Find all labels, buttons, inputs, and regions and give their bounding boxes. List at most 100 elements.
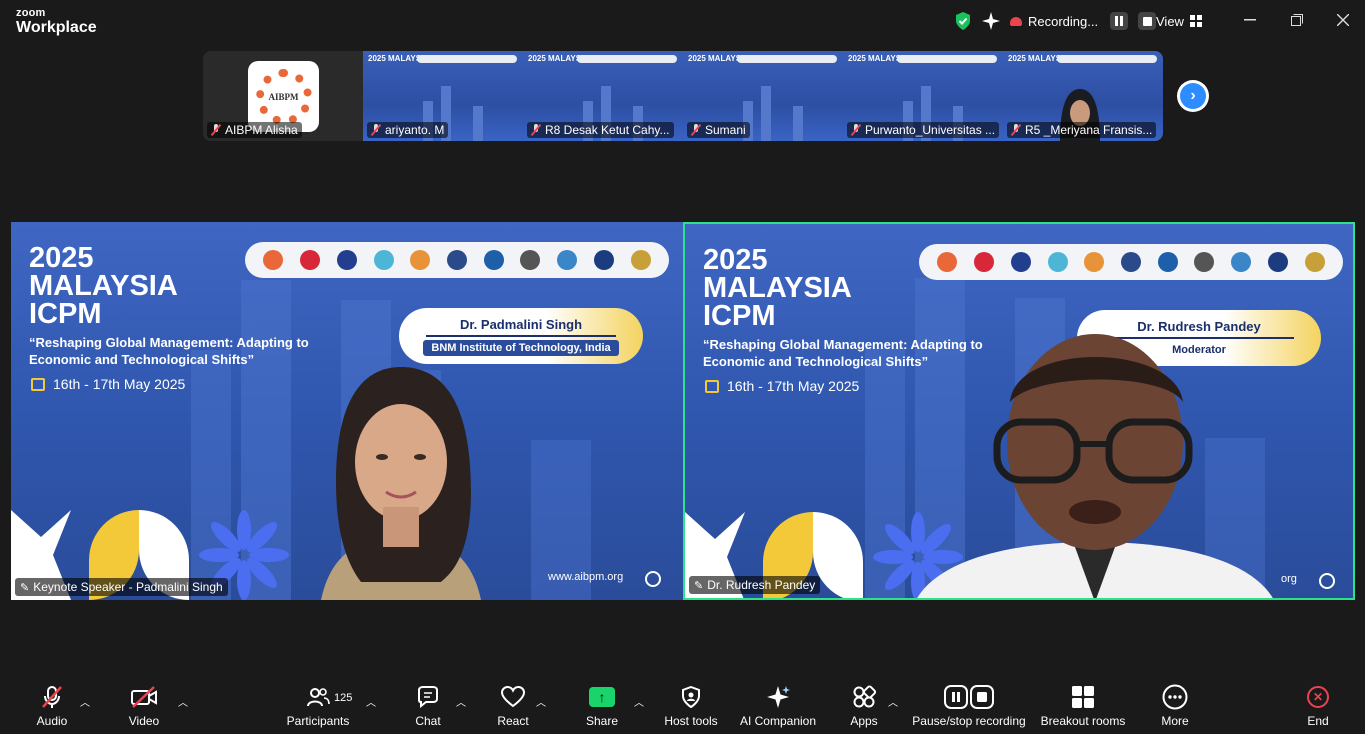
participant-thumbnail-strip: AIBPM AIBPM Alisha 2025 MALAYSIA ICPM ar… xyxy=(203,51,1163,141)
calendar-icon xyxy=(705,379,719,393)
stop-recording-icon[interactable] xyxy=(1138,12,1157,30)
calendar-icon xyxy=(31,377,45,391)
participant-thumbnail[interactable]: 2025 MALAYSIA ICPM Purwanto_Universitas … xyxy=(843,51,1003,141)
participant-thumbnail[interactable]: 2025 MALAYSIA ICPM Sumani xyxy=(683,51,843,141)
website-label: org xyxy=(1281,573,1297,585)
ai-companion-sparkle-icon xyxy=(764,684,792,710)
video-tile-keynote-speaker[interactable]: 2025 MALAYSIA ICPM “Reshaping Global Man… xyxy=(11,222,683,600)
globe-icon xyxy=(1319,573,1335,589)
pause-stop-recording-icon xyxy=(943,684,995,710)
video-button[interactable]: Video xyxy=(124,684,164,732)
sponsor-logos-banner xyxy=(919,244,1343,280)
next-page-button[interactable]: › xyxy=(1177,80,1209,112)
sponsor-logos-strip xyxy=(1057,55,1157,63)
video-tile-moderator[interactable]: 2025 MALAYSIA ICPM “Reshaping Global Man… xyxy=(683,222,1355,600)
video-off-icon xyxy=(130,684,158,710)
participant-name-label: ✎ Keynote Speaker - Padmalini Singh xyxy=(15,578,228,596)
mic-muted-icon xyxy=(691,124,701,136)
participant-name-label: R5 _Meriyana Fransis... xyxy=(1007,122,1157,138)
pause-stop-recording-button[interactable]: Pause/stop recording xyxy=(910,684,1028,732)
more-dots-icon xyxy=(1161,684,1189,710)
participant-thumbnail[interactable]: AIBPM AIBPM Alisha xyxy=(203,51,363,141)
audio-options-chevron-up-icon[interactable]: ︿ xyxy=(80,694,90,709)
participant-thumbnail[interactable]: 2025 MALAYSIA ICPM R8 Desak Ketut Cahy..… xyxy=(523,51,683,141)
view-label: View xyxy=(1156,13,1184,29)
view-menu-button[interactable]: View xyxy=(1156,10,1202,32)
participant-count: 125 xyxy=(334,692,353,704)
chat-button[interactable]: Chat xyxy=(410,684,446,732)
ai-sparkle-icon[interactable] xyxy=(981,10,1001,32)
logo-line1: zoom xyxy=(16,7,46,19)
title-bar: zoom Workplace Recording... View xyxy=(0,0,1365,42)
app-logo: zoom Workplace xyxy=(16,8,97,36)
sponsor-logos-strip xyxy=(577,55,677,63)
participant-name-label: ariyanto. M xyxy=(367,122,449,138)
video-options-chevron-up-icon[interactable]: ︿ xyxy=(178,694,188,709)
minimize-icon[interactable] xyxy=(1240,10,1260,30)
mic-muted-icon xyxy=(851,124,861,136)
breakout-rooms-icon xyxy=(1069,684,1097,710)
recording-indicator[interactable]: Recording... xyxy=(1010,10,1157,32)
conference-date: 16th - 17th May 2025 xyxy=(705,378,859,394)
participant-name-label: Sumani xyxy=(687,122,750,138)
share-button[interactable]: ↑ Share xyxy=(582,684,622,732)
more-button[interactable]: More xyxy=(1156,684,1194,732)
end-call-icon: ✕ xyxy=(1307,686,1329,708)
end-meeting-button[interactable]: ✕ End xyxy=(1300,684,1336,732)
react-options-chevron-up-icon[interactable]: ︿ xyxy=(536,694,546,709)
apps-options-chevron-up-icon[interactable]: ︿ xyxy=(888,694,898,709)
participants-options-chevron-up-icon[interactable]: ︿ xyxy=(366,694,376,709)
mic-muted-icon xyxy=(1011,124,1021,136)
breakout-rooms-button[interactable]: Breakout rooms xyxy=(1040,684,1126,732)
globe-icon xyxy=(645,571,661,587)
mic-muted-icon xyxy=(371,124,381,136)
apps-icon xyxy=(850,684,878,710)
sponsor-logos-banner xyxy=(245,242,669,278)
host-shield-icon xyxy=(677,684,705,710)
mic-muted-icon xyxy=(38,684,66,710)
share-options-chevron-up-icon[interactable]: ︿ xyxy=(634,694,644,709)
close-icon[interactable] xyxy=(1333,10,1353,30)
slide-title: 2025 MALAYSIA ICPM xyxy=(703,244,852,332)
audio-button[interactable]: Audio xyxy=(32,684,72,732)
pin-icon: ✎ xyxy=(694,579,704,592)
react-button[interactable]: React xyxy=(494,684,532,732)
heart-icon xyxy=(499,684,527,710)
restore-icon[interactable] xyxy=(1287,10,1307,30)
meeting-toolbar: Audio ︿ Video ︿ Participants 125 ︿ Chat … xyxy=(0,680,1365,734)
mic-muted-icon xyxy=(531,124,541,136)
participant-name-label: Purwanto_Universitas ... xyxy=(847,122,999,138)
chevron-right-icon: › xyxy=(1180,83,1206,109)
participants-icon xyxy=(304,684,332,710)
share-screen-icon: ↑ xyxy=(589,687,615,707)
logo-line2: Workplace xyxy=(16,19,97,36)
host-tools-button[interactable]: Host tools xyxy=(662,684,720,732)
website-label: www.aibpm.org xyxy=(548,571,624,583)
recording-label: Recording... xyxy=(1028,13,1099,29)
ai-companion-button[interactable]: AI Companion xyxy=(738,684,818,732)
cloud-recording-icon xyxy=(1010,16,1022,26)
participant-name-label: AIBPM Alisha xyxy=(207,122,302,138)
grid-view-icon xyxy=(1189,15,1202,27)
slide-title: 2025 MALAYSIA ICPM xyxy=(29,242,178,330)
conference-date: 16th - 17th May 2025 xyxy=(31,376,185,392)
apps-button[interactable]: Apps xyxy=(846,684,882,732)
participant-name-label: R8 Desak Ketut Cahy... xyxy=(527,122,674,138)
speaker-nameplate: Dr. Padmalini Singh BNM Institute of Tec… xyxy=(399,308,643,364)
pin-icon: ✎ xyxy=(20,581,30,594)
speaker-name: Dr. Padmalini Singh xyxy=(426,317,616,337)
participant-video xyxy=(917,334,1273,598)
participant-thumbnail[interactable]: 2025 MALAYSIA ICPM R5 _Meriyana Fransis.… xyxy=(1003,51,1163,141)
chat-options-chevron-up-icon[interactable]: ︿ xyxy=(456,694,466,709)
chat-icon xyxy=(414,684,442,710)
sponsor-logos-strip xyxy=(417,55,517,63)
pause-recording-icon[interactable] xyxy=(1110,12,1129,30)
mic-muted-icon xyxy=(211,124,221,136)
encryption-shield-icon[interactable] xyxy=(954,10,972,32)
sponsor-logos-strip xyxy=(737,55,837,63)
speaker-role: BNM Institute of Technology, India xyxy=(423,339,619,356)
participant-video xyxy=(321,367,481,600)
participant-name-label: ✎ Dr. Rudresh Pandey xyxy=(689,576,821,594)
sponsor-logos-strip xyxy=(897,55,997,63)
participant-thumbnail[interactable]: 2025 MALAYSIA ICPM ariyanto. M xyxy=(363,51,523,141)
